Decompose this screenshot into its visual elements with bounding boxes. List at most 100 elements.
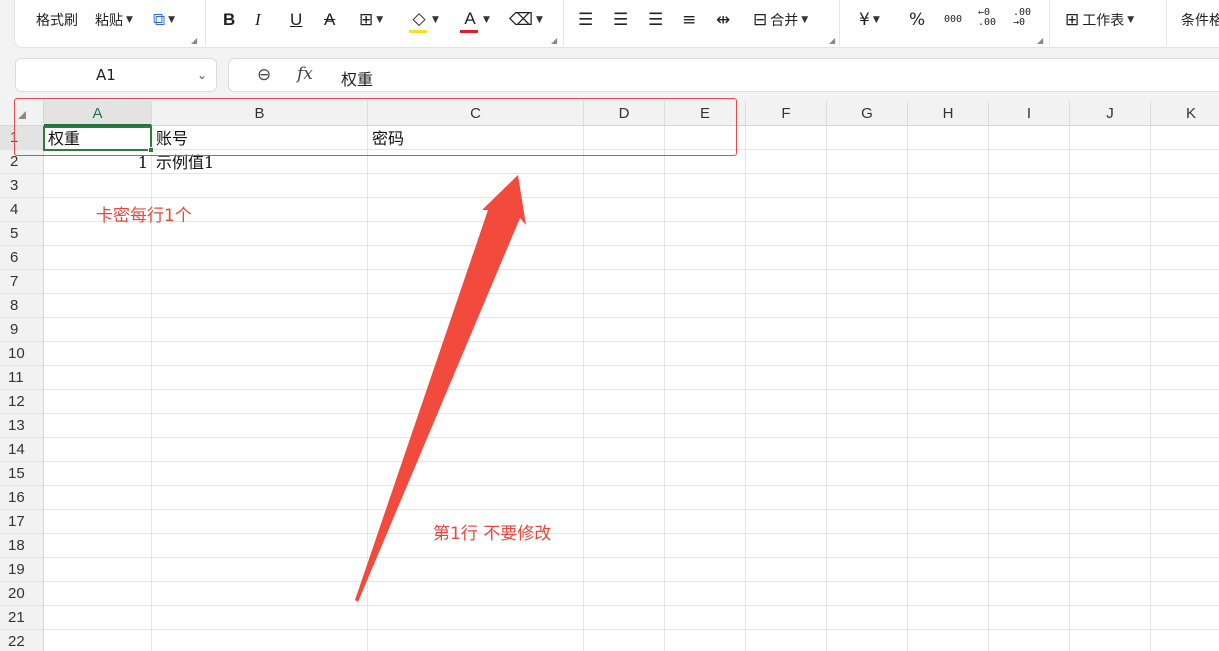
format-painter-label: 格式刷 [36, 13, 78, 29]
toolbar-divider [1166, 0, 1167, 46]
row-header[interactable]: 7 [0, 270, 44, 294]
format-painter-button[interactable]: 格式刷 [36, 8, 78, 32]
gridline [44, 413, 1219, 414]
underline-icon: U [290, 10, 303, 29]
gridline [44, 293, 1219, 294]
clipboard-group-launcher-icon[interactable]: ◢ [191, 36, 197, 45]
clear-format-button[interactable]: ⌫ ▼ [509, 8, 543, 32]
eraser-icon: ⌫ [509, 10, 534, 30]
justify-button[interactable]: ≡ [682, 8, 696, 32]
function-icon[interactable]: fx [297, 64, 313, 84]
row-header[interactable]: 12 [0, 390, 44, 414]
distributed-align-button[interactable]: ⇹ [716, 8, 730, 32]
gridline [44, 629, 1219, 630]
spreadsheet-grid[interactable]: A B C D E F G H I J K 1 2 3 4 5 6 7 8 9 … [0, 101, 1219, 651]
gridline [44, 221, 1219, 222]
worksheet-button[interactable]: ⊞ 工作表 ▼ [1065, 8, 1134, 32]
arrow-shape [355, 175, 526, 602]
font-group-launcher-icon[interactable]: ◢ [551, 36, 557, 45]
worksheet-icon: ⊞ [1065, 10, 1080, 30]
strikethrough-button[interactable]: A [324, 8, 335, 32]
row-header[interactable]: 13 [0, 414, 44, 438]
row-header[interactable]: 4 [0, 198, 44, 222]
thousands-separator-button[interactable]: 000 [944, 8, 962, 32]
font-color-button[interactable]: A ▼ [460, 8, 490, 33]
worksheet-label: 工作表 [1082, 13, 1125, 29]
row-header[interactable]: 10 [0, 342, 44, 366]
toolbar-divider [839, 0, 840, 46]
row-header[interactable]: 3 [0, 174, 44, 198]
formula-content[interactable]: 权重 [341, 66, 373, 90]
row-header[interactable]: 11 [0, 366, 44, 390]
italic-icon: I [255, 10, 261, 29]
toolbar-ribbon: 格式刷 粘贴 ▼ ⧉ ▼ ◢ B I U A ⊞ ▼ ◇ ▼ A ▼ ⌫ ▼ ◢… [14, 0, 1219, 48]
row-header[interactable]: 5 [0, 222, 44, 246]
align-left-icon: ☰ [578, 10, 594, 30]
row-header[interactable]: 19 [0, 558, 44, 582]
chevron-down-icon[interactable]: ⌄ [197, 68, 207, 82]
chevron-down-icon: ▼ [1127, 15, 1135, 25]
chevron-down-icon: ▼ [483, 15, 490, 25]
row-header[interactable]: 6 [0, 246, 44, 270]
row-header[interactable]: 18 [0, 534, 44, 558]
chevron-down-icon: ▼ [376, 15, 384, 25]
currency-format-button[interactable]: ¥ ▼ [859, 8, 880, 32]
paste-options-button[interactable]: ⧉ ▼ [153, 8, 175, 32]
justify-icon: ≡ [682, 10, 697, 30]
bold-icon: B [223, 10, 236, 29]
gridline [44, 365, 1219, 366]
italic-button[interactable]: I [255, 8, 261, 32]
merge-button[interactable]: ⊟ 合并 ▼ [753, 8, 808, 32]
column-header-f[interactable]: F [746, 101, 827, 126]
toolbar-divider [563, 0, 564, 46]
row-header[interactable]: 15 [0, 462, 44, 486]
clipboard-icon: ⧉ [153, 10, 166, 30]
row-header[interactable]: 16 [0, 486, 44, 510]
align-right-button[interactable]: ☰ [648, 8, 663, 32]
column-header-j[interactable]: J [1070, 101, 1151, 126]
row-header[interactable]: 22 [0, 630, 44, 651]
merge-cells-icon: ⊟ [753, 10, 768, 30]
increase-decimal-button[interactable]: ←0 .00 [978, 8, 996, 32]
gridline [44, 605, 1219, 606]
alignment-group-launcher-icon[interactable]: ◢ [829, 36, 835, 45]
row-header[interactable]: 20 [0, 582, 44, 606]
align-center-button[interactable]: ☰ [613, 8, 628, 32]
row-header[interactable]: 21 [0, 606, 44, 630]
row-header[interactable]: 9 [0, 318, 44, 342]
font-color-icon: A [460, 9, 480, 33]
number-group-launcher-icon[interactable]: ◢ [1037, 36, 1043, 45]
formula-bar[interactable]: ⊖ fx 权重 [228, 58, 1219, 92]
toolbar-divider [1049, 0, 1050, 46]
red-arrow-icon [355, 175, 526, 602]
conditional-format-button[interactable]: 条件格 [1181, 8, 1219, 32]
row-header[interactable]: 14 [0, 438, 44, 462]
borders-button[interactable]: ⊞ ▼ [359, 8, 383, 32]
fill-color-button[interactable]: ◇ ▼ [409, 8, 439, 33]
fill-color-swatch [409, 30, 427, 33]
column-header-g[interactable]: G [827, 101, 908, 126]
distributed-align-icon: ⇹ [716, 10, 731, 30]
currency-icon: ¥ [859, 10, 870, 30]
row-header[interactable]: 8 [0, 294, 44, 318]
column-header-h[interactable]: H [908, 101, 989, 126]
chevron-down-icon: ▼ [801, 15, 809, 25]
decrease-decimal-button[interactable]: .00 →0 [1013, 8, 1031, 32]
percent-format-button[interactable]: % [909, 8, 925, 32]
paste-label: 粘贴 [95, 13, 123, 29]
underline-button[interactable]: U [290, 8, 302, 32]
align-center-icon: ☰ [613, 10, 629, 30]
gridline [44, 389, 1219, 390]
column-header-i[interactable]: I [989, 101, 1070, 126]
paste-button[interactable]: 粘贴 ▼ [95, 8, 133, 32]
thousands-separator-icon: 000 [944, 14, 963, 25]
row-header[interactable]: 17 [0, 510, 44, 534]
name-box[interactable]: A1 ⌄ [15, 58, 217, 92]
bold-button[interactable]: B [223, 8, 235, 32]
column-header-k[interactable]: K [1151, 101, 1219, 126]
percent-icon: % [909, 10, 926, 30]
zoom-icon[interactable]: ⊖ [257, 65, 271, 85]
align-left-button[interactable]: ☰ [578, 8, 593, 32]
strikethrough-icon: A [324, 10, 336, 29]
chevron-down-icon: ▼ [168, 15, 176, 25]
